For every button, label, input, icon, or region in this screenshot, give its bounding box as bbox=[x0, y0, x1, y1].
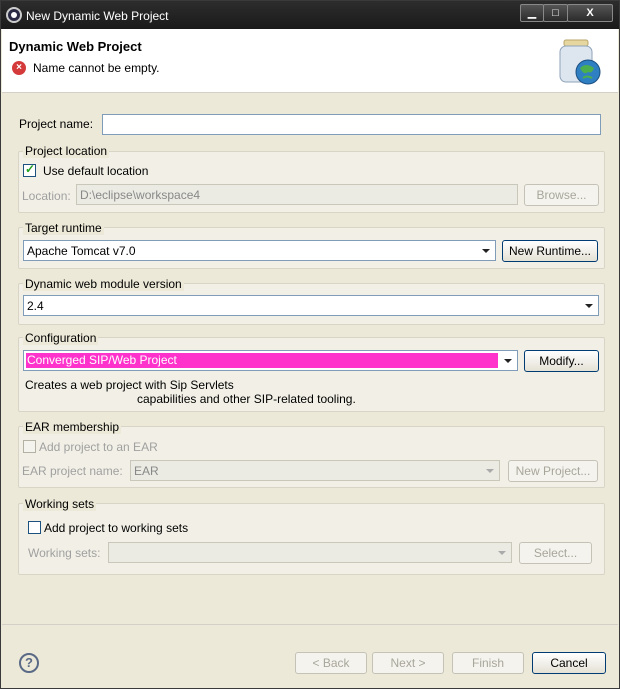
configuration-select[interactable]: Converged SIP/Web Project bbox=[23, 350, 518, 371]
maximize-button[interactable]: □ bbox=[543, 4, 568, 22]
configuration-description-2: capabilities and other SIP-related tooli… bbox=[137, 392, 356, 406]
eclipse-app-icon bbox=[6, 7, 22, 23]
finish-button[interactable]: Finish bbox=[452, 652, 524, 674]
location-label: Location: bbox=[22, 189, 71, 203]
web-project-jar-icon bbox=[559, 39, 601, 85]
working-sets-label: Working sets bbox=[23, 497, 97, 511]
add-to-working-sets-checkbox[interactable] bbox=[28, 521, 41, 534]
use-default-location-label: Use default location bbox=[43, 164, 149, 178]
project-name-input[interactable] bbox=[102, 114, 601, 135]
window-title: New Dynamic Web Project bbox=[26, 9, 169, 23]
target-runtime-select[interactable]: Apache Tomcat v7.0 bbox=[23, 240, 496, 261]
new-runtime-button[interactable]: New Runtime... bbox=[502, 240, 598, 262]
working-sets-group bbox=[18, 503, 605, 575]
select-button[interactable]: Select... bbox=[519, 542, 592, 564]
ear-project-name-select[interactable]: EAR bbox=[130, 460, 500, 481]
wizard-footer: ? < Back Next > Finish Cancel bbox=[2, 624, 618, 688]
add-to-ear-label: Add project to an EAR bbox=[39, 440, 158, 454]
use-default-location-checkbox[interactable] bbox=[23, 162, 36, 177]
project-location-label: Project location bbox=[23, 144, 110, 158]
configuration-value: Converged SIP/Web Project bbox=[26, 353, 498, 368]
help-icon[interactable]: ? bbox=[19, 653, 39, 673]
chevron-down-icon bbox=[478, 243, 493, 258]
chevron-down-icon bbox=[482, 463, 497, 478]
project-name-label: Project name: bbox=[19, 117, 94, 131]
module-version-select[interactable]: 2.4 bbox=[23, 295, 599, 316]
add-to-ear-checkbox[interactable] bbox=[23, 440, 36, 453]
page-title: Dynamic Web Project bbox=[9, 39, 142, 54]
wizard-header: Dynamic Web Project × Name cannot be emp… bbox=[2, 29, 618, 93]
add-to-working-sets-label: Add project to working sets bbox=[44, 521, 189, 535]
target-runtime-value: Apache Tomcat v7.0 bbox=[27, 244, 136, 258]
wizard-body: Project name: Project location Use defau… bbox=[2, 94, 618, 624]
next-button[interactable]: Next > bbox=[372, 652, 444, 674]
module-version-label: Dynamic web module version bbox=[23, 277, 184, 291]
ear-project-name-label: EAR project name: bbox=[22, 464, 123, 478]
location-input[interactable]: D:\eclipse\workspace4 bbox=[76, 184, 518, 205]
target-runtime-label: Target runtime bbox=[23, 221, 104, 235]
ear-membership-label: EAR membership bbox=[23, 420, 122, 434]
configuration-description-1: Creates a web project with Sip Servlets bbox=[25, 378, 234, 392]
chevron-down-icon bbox=[500, 353, 515, 368]
error-icon: × bbox=[12, 61, 26, 75]
ear-project-name-value: EAR bbox=[134, 464, 159, 478]
location-value: D:\eclipse\workspace4 bbox=[80, 188, 201, 202]
new-project-button[interactable]: New Project... bbox=[508, 460, 598, 482]
back-button[interactable]: < Back bbox=[295, 652, 367, 674]
working-sets-field-label: Working sets: bbox=[28, 546, 101, 560]
cancel-button[interactable]: Cancel bbox=[532, 652, 606, 674]
modify-button[interactable]: Modify... bbox=[524, 350, 599, 372]
working-sets-select[interactable] bbox=[108, 542, 512, 563]
browse-button[interactable]: Browse... bbox=[524, 184, 599, 206]
close-button[interactable]: X bbox=[567, 4, 613, 22]
dialog-window: New Dynamic Web Project ▁ □ X Dynamic We… bbox=[0, 0, 620, 689]
chevron-down-icon bbox=[581, 298, 596, 313]
configuration-label: Configuration bbox=[23, 331, 99, 345]
minimize-button[interactable]: ▁ bbox=[520, 4, 544, 22]
error-message: Name cannot be empty. bbox=[33, 61, 160, 75]
chevron-down-icon bbox=[494, 545, 509, 560]
module-version-value: 2.4 bbox=[27, 299, 44, 313]
title-bar[interactable]: New Dynamic Web Project ▁ □ X bbox=[1, 1, 619, 29]
